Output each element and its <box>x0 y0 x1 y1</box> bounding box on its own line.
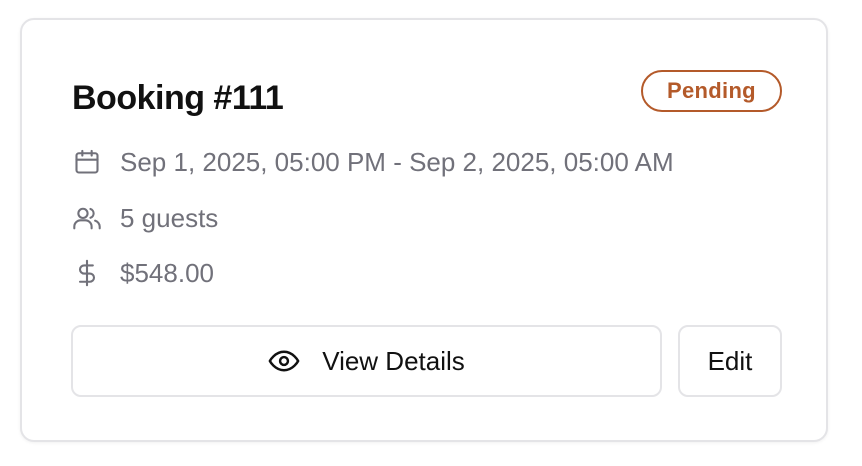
view-details-label: View Details <box>322 345 465 376</box>
users-icon <box>72 203 102 233</box>
booking-guests-row: 5 guests <box>72 200 218 236</box>
booking-guests: 5 guests <box>120 202 219 233</box>
dollar-icon <box>72 258 102 288</box>
status-badge: Pending <box>641 70 782 112</box>
booking-date-row: Sep 1, 2025, 05:00 PM - Sep 2, 2025, 05:… <box>72 144 674 180</box>
booking-date-range: Sep 1, 2025, 05:00 PM - Sep 2, 2025, 05:… <box>120 146 674 177</box>
view-details-button[interactable]: View Details <box>71 325 662 397</box>
booking-price-row: $548.00 <box>72 255 214 291</box>
edit-button[interactable]: Edit <box>678 325 782 397</box>
booking-price: $548.00 <box>120 257 214 288</box>
eye-icon <box>268 345 300 377</box>
booking-title: Booking #111 <box>72 79 284 117</box>
booking-card: Booking #111 Pending Sep 1, 2025, 05:00 … <box>20 18 828 442</box>
calendar-icon <box>72 147 102 177</box>
